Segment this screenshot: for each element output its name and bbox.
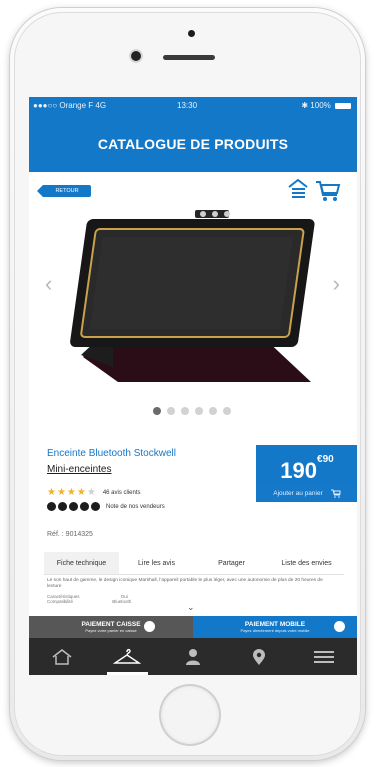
spec-value: Bluetooth xyxy=(112,599,132,604)
page-title: CATALOGUE DE PRODUITS xyxy=(97,135,289,152)
nav-account[interactable] xyxy=(160,638,226,675)
carousel-dot[interactable] xyxy=(181,407,189,415)
home-button[interactable] xyxy=(161,686,219,744)
top-actions xyxy=(288,178,341,201)
product-name: Enceinte Bluetooth Stockwell xyxy=(47,448,176,459)
tab-avis[interactable]: Lire les avis xyxy=(119,552,194,574)
prev-image-arrow-icon[interactable]: ‹ xyxy=(45,271,52,297)
app-screen: ●●●○○ Orange F 4G 13:30 ✱ 100% CATALOGUE… xyxy=(29,97,357,675)
spec-label: Compatibilité xyxy=(47,599,74,604)
pay-mobile-title: PAIEMENT MOBILE xyxy=(244,621,306,628)
home-icon xyxy=(52,648,72,665)
carousel-dot[interactable] xyxy=(195,407,203,415)
user-icon xyxy=(185,648,200,665)
carousel-dot[interactable] xyxy=(223,407,231,415)
nav-catalogue[interactable] xyxy=(95,638,161,675)
seller-rating-text: Note de nos vendeurs xyxy=(106,503,165,510)
bottom-nav xyxy=(29,638,357,675)
image-carousel-dots[interactable] xyxy=(153,407,231,415)
pay-mobile-button[interactable]: PAIEMENT MOBILE Payez directement depuis… xyxy=(193,616,357,638)
price-cents: €90 xyxy=(317,453,334,465)
chevron-right-icon xyxy=(334,621,345,632)
next-image-arrow-icon[interactable]: › xyxy=(333,271,340,297)
chevron-right-icon xyxy=(144,621,155,632)
nav-menu[interactable] xyxy=(291,638,357,675)
add-to-cart-label: Ajouter au panier xyxy=(273,490,323,497)
pay-caisse-title: PAIEMENT CAISSE xyxy=(81,621,141,628)
hanger-icon xyxy=(113,648,142,664)
tab-envies[interactable]: Liste des envies xyxy=(269,552,344,574)
back-button[interactable]: RETOUR xyxy=(37,185,91,197)
pay-at-counter-button[interactable]: PAIEMENT CAISSE Payez votre panier en ca… xyxy=(29,616,193,638)
tab-fiche-technique[interactable]: Fiche technique xyxy=(44,552,119,574)
carousel-dot[interactable] xyxy=(209,407,217,415)
pay-caisse-subtitle: Payez votre panier en caisse xyxy=(85,628,137,633)
spec-table: Caractéristiques Oui Compatibilité Bluet… xyxy=(47,594,157,604)
price-main: 190 xyxy=(280,458,318,483)
carousel-dot[interactable] xyxy=(153,407,161,415)
nav-stores[interactable] xyxy=(226,638,292,675)
product-tabs: Fiche technique Lire les avis Partager L… xyxy=(44,552,344,575)
map-pin-icon xyxy=(252,648,265,665)
spec-row: Compatibilité Bluetooth xyxy=(47,599,157,604)
status-bar: ●●●○○ Orange F 4G 13:30 ✱ 100% xyxy=(29,97,357,115)
star-rating-icon: ★★★★★ xyxy=(47,487,97,498)
cart-icon[interactable] xyxy=(316,181,341,201)
app-header: CATALOGUE DE PRODUITS xyxy=(29,115,357,172)
product-ref: Réf. : 9014325 xyxy=(47,531,93,538)
product-image xyxy=(70,210,315,382)
chevron-down-icon[interactable]: ⌄ xyxy=(187,602,195,613)
price: 190€90 xyxy=(280,454,333,484)
wishlist-icon[interactable] xyxy=(288,178,308,198)
bluetooth-icon: ✱ xyxy=(301,101,309,110)
nav-home[interactable] xyxy=(29,638,95,675)
carrier-text: ●●●○○ Orange F 4G xyxy=(33,101,107,110)
camera-icon xyxy=(188,30,195,37)
carousel-dot[interactable] xyxy=(167,407,175,415)
cart-icon xyxy=(330,489,341,498)
time-text: 13:30 xyxy=(177,101,198,110)
add-to-cart-button[interactable]: Ajouter au panier xyxy=(256,485,357,502)
tab-partager[interactable]: Partager xyxy=(194,552,269,574)
description-text: Le son haut de gamme, le design iconique… xyxy=(47,578,323,589)
speaker-grille xyxy=(163,55,215,60)
seller-rating-icon xyxy=(47,502,100,511)
payment-options: PAIEMENT CAISSE Payez votre panier en ca… xyxy=(29,616,357,638)
battery-text: 100% xyxy=(310,101,331,110)
pay-mobile-subtitle: Payez directement depuis votre mobile xyxy=(240,628,310,633)
front-camera-icon xyxy=(131,51,141,61)
battery-icon xyxy=(335,102,351,109)
product-category-link[interactable]: Mini-enceintes xyxy=(47,464,111,475)
customer-rating[interactable]: ★★★★★ 46 avis clients xyxy=(47,487,141,498)
reviews-count: 46 avis clients xyxy=(102,489,141,496)
seller-rating: Note de nos vendeurs xyxy=(47,502,165,511)
battery-status: ✱ 100% xyxy=(301,101,351,110)
menu-icon xyxy=(314,650,335,663)
